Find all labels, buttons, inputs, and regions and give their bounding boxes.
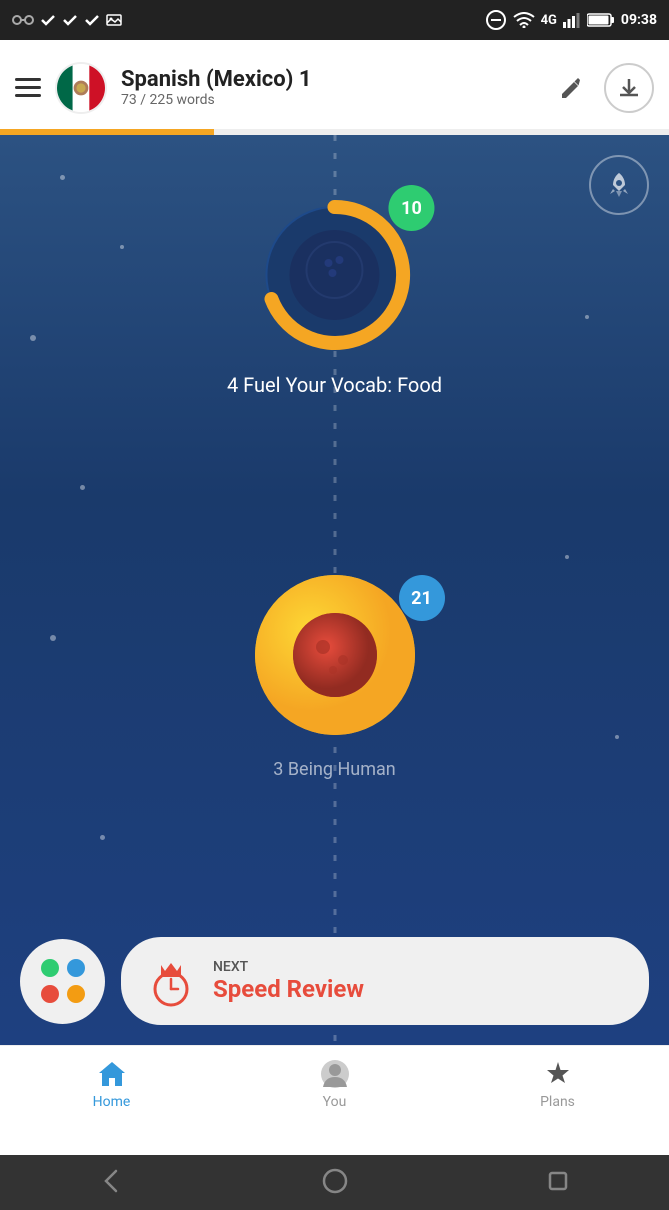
donut-svg	[255, 195, 415, 355]
check-icon-1	[40, 13, 56, 27]
planet-svg	[245, 565, 425, 745]
back-button[interactable]	[98, 1167, 126, 1199]
profile-icon	[319, 1058, 351, 1090]
planet-wrapper[interactable]: 21	[245, 565, 425, 745]
flag-icon	[55, 62, 107, 114]
next-card[interactable]: NEXT Speed Review	[121, 937, 649, 1025]
lesson-1-section[interactable]: 10 4 Fuel Your Vocab: Food	[227, 195, 442, 397]
donut-chart[interactable]: 10	[255, 195, 415, 355]
rocket-icon	[603, 169, 635, 201]
recents-button[interactable]	[544, 1167, 572, 1199]
app-bar: Spanish (Mexico) 1 73 / 225 words	[0, 40, 669, 135]
dot-2	[67, 959, 85, 977]
star-2	[120, 245, 124, 249]
next-card-text: NEXT Speed Review	[213, 959, 364, 1003]
app-title-section: Spanish (Mexico) 1 73 / 225 words	[121, 67, 538, 108]
lesson-2-title[interactable]: 3 Being Human	[273, 759, 396, 780]
nav-plans[interactable]: Plans	[446, 1058, 669, 1110]
star-6	[565, 555, 569, 559]
check-icon-2	[62, 13, 78, 27]
signal-icon	[563, 12, 581, 28]
star-5	[80, 485, 85, 490]
home-icon	[96, 1058, 128, 1090]
lesson-2-section[interactable]: 21 3 Being Human	[245, 565, 425, 780]
network-type: 4G	[541, 13, 557, 28]
android-nav	[0, 1155, 669, 1210]
home-button[interactable]	[321, 1167, 349, 1199]
star-8	[615, 735, 619, 739]
status-bar: 4G 09:38	[0, 0, 669, 40]
lesson-1-title[interactable]: 4 Fuel Your Vocab: Food	[227, 373, 442, 397]
next-title[interactable]: Speed Review	[213, 975, 364, 1003]
image-icon	[106, 13, 122, 27]
dot-1	[41, 959, 59, 977]
battery-icon	[587, 12, 615, 28]
dots-grid	[41, 959, 85, 1003]
minus-circle-icon	[485, 9, 507, 31]
main-content: 10 4 Fuel Your Vocab: Food	[0, 135, 669, 1045]
plans-label: Plans	[540, 1094, 575, 1110]
star-9	[100, 835, 105, 840]
nav-home[interactable]: Home	[0, 1058, 223, 1110]
download-button[interactable]	[604, 63, 654, 113]
star-3	[30, 335, 36, 341]
star-4	[585, 315, 589, 319]
home-label: Home	[93, 1094, 131, 1110]
status-right: 4G 09:38	[485, 9, 657, 31]
glasses-icon	[12, 13, 34, 27]
dot-4	[67, 985, 85, 1003]
star-icon	[542, 1058, 574, 1090]
status-icons	[12, 13, 122, 27]
lesson-2-badge: 21	[399, 575, 445, 621]
app-bar-actions	[552, 63, 654, 113]
dots-button[interactable]	[20, 939, 105, 1024]
check-icon-3	[84, 13, 100, 27]
pencil-icon	[559, 75, 585, 101]
bottom-nav: Home You Plans	[0, 1045, 669, 1155]
rocket-button[interactable]	[589, 155, 649, 215]
lesson-1-badge: 10	[389, 185, 435, 231]
menu-button[interactable]	[15, 78, 41, 97]
star-7	[50, 635, 56, 641]
download-icon	[616, 75, 642, 101]
dot-3	[41, 985, 59, 1003]
next-label: NEXT	[213, 959, 364, 975]
star-1	[60, 175, 65, 180]
wifi-icon	[513, 12, 535, 28]
you-label: You	[323, 1094, 347, 1110]
app-title: Spanish (Mexico) 1	[121, 67, 538, 92]
bottom-card: NEXT Speed Review	[20, 937, 649, 1025]
timer-icon	[145, 955, 197, 1007]
time: 09:38	[621, 12, 657, 28]
nav-you[interactable]: You	[223, 1058, 446, 1110]
edit-button[interactable]	[552, 68, 592, 108]
words-progress: 73 / 225 words	[121, 92, 538, 108]
